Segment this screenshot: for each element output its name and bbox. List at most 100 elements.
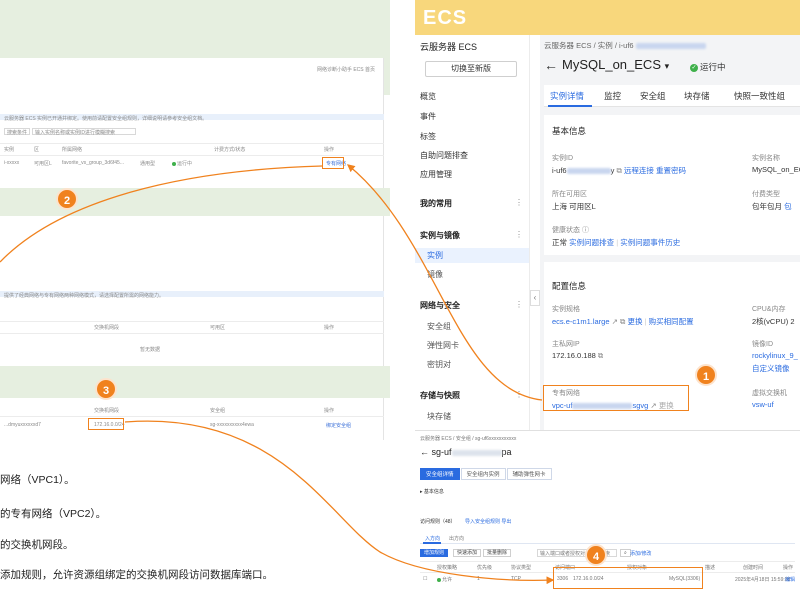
top-right-links[interactable]: 网络诊断小助手 ECS 首页 (317, 66, 375, 73)
remote-connect-link[interactable]: 远程连接 (624, 166, 654, 175)
external-link-icon[interactable]: ↗ (612, 317, 618, 326)
config-info-title: 配置信息 (552, 281, 587, 291)
sidebar-group-storage-snapshots[interactable]: 存储与快照 (420, 390, 460, 401)
sidebar-item-troubleshoot[interactable]: 自助问题排查 (420, 150, 468, 161)
callout-badge-4: 4 (585, 544, 607, 566)
back-arrow-icon[interactable]: ← (544, 57, 558, 73)
row-id[interactable]: i-xxxxx (4, 160, 19, 166)
row-sg[interactable]: sg-xxxxxxxxxx4ewa (210, 422, 254, 428)
quick-add-button[interactable]: 快速添加 (453, 549, 482, 557)
instance-id-label: 实例ID (552, 155, 573, 162)
private-ip-label: 主私网IP (552, 341, 580, 348)
switch-version-button[interactable]: 切换至新版 (425, 61, 517, 77)
basic-info-section[interactable]: ▸ 基本信息 (420, 488, 444, 495)
sidebar-item-eni[interactable]: 弹性网卡 (427, 340, 459, 351)
cpu-label: CPU&内存 (752, 306, 786, 313)
col-header: 交换机网段 (94, 325, 120, 331)
zone-value: 上海 可用区L (552, 202, 596, 211)
help-icon[interactable]: ⓘ (582, 227, 589, 234)
spec-value: ecs.e-c1m1.large ↗ ⧉ 更换 | 购买相同配置 (552, 317, 694, 326)
row-id[interactable]: ...dmyuxxxxxxd7 (4, 422, 41, 428)
spec-label: 实例规格 (552, 306, 580, 313)
breadcrumb: 云服务器 ECS / 实例 / i-uf6 (544, 40, 706, 51)
active-tab-indicator (423, 542, 441, 544)
back-arrow-icon[interactable]: ← (420, 447, 432, 457)
tab-instance-details[interactable]: 实例详情 (550, 90, 584, 102)
more-icon[interactable]: ⋮ (515, 230, 523, 239)
sidebar-item-app-manage[interactable]: 应用管理 (420, 169, 452, 180)
edit-rule-link[interactable]: 编辑 (785, 576, 795, 583)
col-header: 区 (34, 147, 40, 153)
sidebar-group-instances-images[interactable]: 实例与镜像 (420, 230, 460, 241)
add-modify-link[interactable]: 添加/修改 (630, 550, 651, 557)
custom-image-link[interactable]: 自定义镜像 (752, 363, 790, 374)
step-3-text: 的交换机网段。 (0, 539, 74, 551)
instance-name-label: 实例名称 (752, 155, 780, 162)
vswitch-card: 提供了经典网络与专有网络两种网络模式，请选择配置所需的网络能力。 交换机网段 可… (0, 216, 384, 366)
buy-same-link[interactable]: 购买相同配置 (649, 317, 694, 326)
tab-sg-eni[interactable]: 辅助弹性网卡 (506, 468, 552, 480)
tab-inbound[interactable]: 入方向 (425, 535, 440, 542)
change-spec-link[interactable]: 更换 (627, 317, 642, 326)
tab-block-storage[interactable]: 块存储 (684, 90, 710, 102)
more-icon[interactable]: ⋮ (515, 390, 523, 399)
sidebar-item-tags[interactable]: 标签 (420, 131, 436, 142)
tab-monitoring[interactable]: 监控 (604, 90, 621, 102)
sidebar-group-network-security[interactable]: 网络与安全 (420, 300, 460, 311)
sidebar-item-block-storage[interactable]: 块存储 (427, 411, 451, 422)
col-header: 操作 (324, 325, 335, 331)
copy-icon[interactable]: ⧉ (620, 317, 625, 326)
search-input[interactable]: 输入实例名称或实例ID进行模糊搜索 (32, 128, 136, 136)
reset-password-link[interactable]: 重置密码 (656, 166, 686, 175)
vswitch-label: 虚拟交换机 (752, 390, 787, 397)
row-status: 运行中 (172, 160, 192, 167)
sidebar-collapse-icon[interactable]: ‹ (530, 290, 540, 306)
divider (0, 321, 384, 322)
add-rule-button[interactable]: 增加规则 (420, 549, 449, 557)
billing-link[interactable]: 包 (784, 202, 792, 211)
sidebar-item-overview[interactable]: 概览 (420, 91, 436, 102)
col-header: 优先级 (477, 565, 493, 571)
tab-snapshot-groups[interactable]: 快照一致性组 (734, 90, 785, 102)
troubleshoot-link[interactable]: 实例问题排查 (569, 238, 614, 247)
sidebar-item-security-groups[interactable]: 安全组 (427, 321, 451, 332)
sidebar-item-keypairs[interactable]: 密钥对 (427, 359, 451, 370)
tab-outbound[interactable]: 出方向 (449, 535, 464, 542)
sidebar-group-favorites[interactable]: 我的常用 (420, 198, 452, 209)
active-tab-indicator (548, 105, 592, 107)
more-icon[interactable]: ⋮ (515, 300, 523, 309)
search-select[interactable]: 搜索条件 (4, 128, 30, 136)
copy-icon[interactable]: ⧉ (598, 351, 603, 360)
caret-down-icon[interactable]: ▾ (665, 61, 670, 71)
sidebar-item-images[interactable]: 镜像 (427, 269, 443, 280)
sidebar-item-events[interactable]: 事件 (420, 111, 436, 122)
batch-delete-button[interactable]: 批量删除 (483, 549, 512, 557)
col-header: 操作 (783, 565, 794, 571)
instance-id-value: i-uf6 y ⧉ 远程连接 重置密码 (552, 166, 686, 175)
bind-sg-link[interactable]: 绑定安全组 (326, 422, 351, 429)
empty-text: 暂无数据 (140, 347, 161, 353)
col-header: 安全组 (210, 408, 226, 414)
row-checkbox[interactable]: ☐ (423, 576, 427, 582)
step-1-text: 网络（VPC1）。 (0, 474, 75, 486)
tab-sg-instances[interactable]: 安全组内实例 (460, 468, 506, 480)
check-circle-icon: ✓ (690, 63, 698, 72)
callout-badge-2: 2 (56, 188, 78, 210)
left-lower-band (0, 366, 390, 398)
copy-icon[interactable]: ⧉ (616, 166, 621, 175)
col-header: 操作 (324, 408, 335, 414)
divider (0, 143, 384, 144)
more-icon[interactable]: ⋮ (515, 198, 523, 207)
tab-security-groups[interactable]: 安全组 (640, 90, 666, 102)
tab-sg-details[interactable]: 安全组详情 (420, 468, 460, 480)
rule-created: 2025年4月18日 15:59:38 (735, 577, 791, 583)
instance-name-value: MySQL_on_EC (752, 165, 800, 174)
sidebar-item-instances[interactable]: 实例 (427, 250, 443, 261)
spec-link[interactable]: ecs.e-c1m1.large (552, 317, 610, 326)
highlight-box-1 (543, 385, 689, 411)
rule-protocol: TCP (511, 576, 521, 582)
import-export-links[interactable]: 导入安全组规则 导出 (465, 518, 511, 525)
sidebar-title: 云服务器 ECS (420, 42, 478, 52)
redacted-id (566, 168, 611, 175)
event-history-link[interactable]: 实例问题事件历史 (620, 238, 680, 247)
